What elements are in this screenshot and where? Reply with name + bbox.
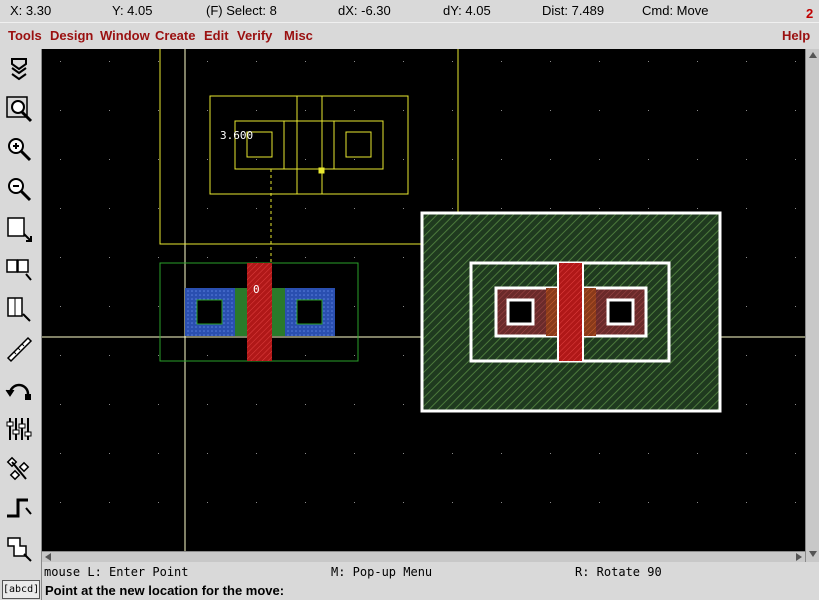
contact-left (506, 298, 535, 326)
selection-count: (F) Select: 8 (206, 3, 277, 18)
toolbar (0, 49, 42, 600)
save-icon[interactable] (2, 52, 36, 86)
menu-window[interactable]: Window (100, 28, 150, 43)
ruler-icon[interactable] (2, 332, 36, 366)
prompt-bar: Point at the new location for the move: (42, 581, 819, 600)
scroll-up-icon[interactable] (809, 52, 817, 58)
polygon-icon[interactable] (2, 532, 36, 566)
zoom-in-icon[interactable] (2, 132, 36, 166)
scroll-down-icon[interactable] (809, 551, 817, 557)
window-number: 2 (806, 6, 814, 21)
mouse-middle-action: M: Pop-up Menu (331, 565, 433, 579)
contact-cut-left (196, 299, 223, 325)
ruler-measure-label: 3.600 (220, 129, 253, 142)
mouse-left-action: mouse L: Enter Point (44, 565, 189, 579)
vertical-scrollbar[interactable] (805, 49, 819, 562)
menu-bar: Tools Design Window Create Edit Verify M… (0, 22, 819, 50)
property-icon[interactable] (2, 412, 36, 446)
y-coordinate: Y: 4.05 (112, 3, 153, 18)
menu-edit[interactable]: Edit (204, 28, 229, 43)
partial-select-icon[interactable] (2, 292, 36, 326)
menu-verify[interactable]: Verify (237, 28, 272, 43)
menu-create[interactable]: Create (155, 28, 195, 43)
delta-y: dY: 4.05 (443, 3, 491, 18)
hierarchy-icon[interactable] (2, 452, 36, 486)
select-box-icon[interactable] (2, 212, 36, 246)
distance: Dist: 7.489 (542, 3, 605, 18)
layout-canvas[interactable]: 3.600 0 (42, 49, 805, 551)
menu-help[interactable]: Help (782, 28, 810, 43)
undo-icon[interactable] (2, 372, 36, 406)
gate-poly (559, 263, 582, 361)
zoom-out-icon[interactable] (2, 172, 36, 206)
layout-drawing: 3.600 0 (42, 49, 805, 551)
scroll-right-icon[interactable] (796, 553, 802, 561)
stretch-icon[interactable] (2, 252, 36, 286)
current-command: Cmd: Move (642, 3, 709, 18)
mouse-help-bar: mouse L: Enter Point M: Pop-up Menu R: R… (42, 562, 819, 581)
status-bar: X: 3.30 Y: 4.05 (F) Select: 8 dX: -6.30 … (0, 0, 819, 22)
menu-misc[interactable]: Misc (284, 28, 313, 43)
path-icon[interactable] (2, 492, 36, 526)
poly-gate (247, 263, 272, 361)
origin-label: 0 (253, 283, 260, 296)
contact-right (606, 298, 635, 326)
menu-tools[interactable]: Tools (8, 28, 42, 43)
mouse-right-action: R: Rotate 90 (575, 565, 662, 579)
zoom-fit-icon[interactable] (2, 92, 36, 126)
selected-transistor[interactable] (420, 211, 722, 413)
x-coordinate: X: 3.30 (10, 3, 52, 18)
menu-design[interactable]: Design (50, 28, 93, 43)
prompt-text: Point at the new location for the move: (45, 583, 285, 598)
scroll-left-icon[interactable] (45, 553, 51, 561)
contact-cut-right (296, 299, 323, 325)
label-tool-button[interactable]: [abcd] (2, 580, 40, 599)
delta-x: dX: -6.30 (338, 3, 391, 18)
